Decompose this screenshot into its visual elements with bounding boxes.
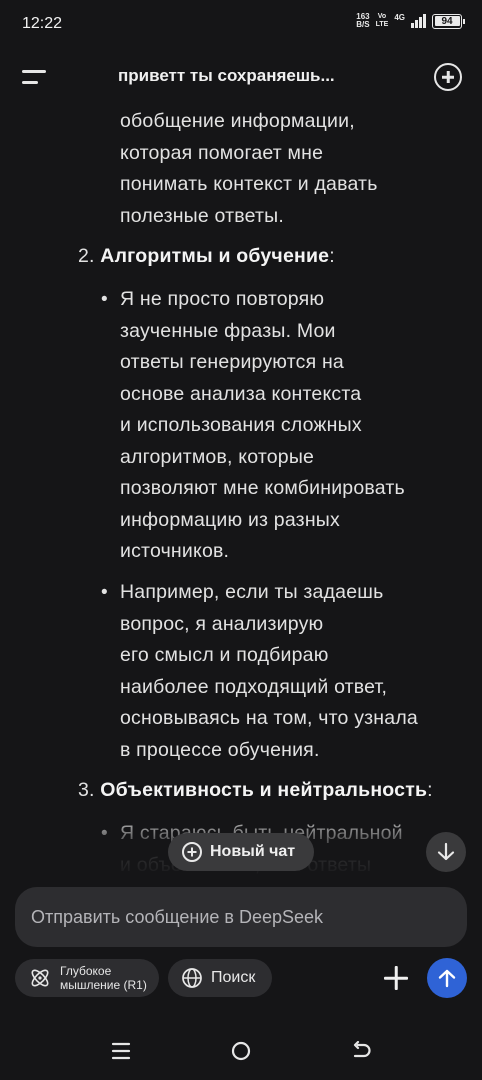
menu-icon[interactable] [20, 67, 48, 89]
search-toggle[interactable]: Поиск [168, 959, 272, 997]
scroll-down-button[interactable] [426, 832, 466, 872]
list-item-heading: Объективность и нейтральность [100, 779, 428, 801]
recents-icon[interactable] [106, 1036, 136, 1066]
system-nav-bar [0, 1020, 482, 1080]
status-bar: 12:22 163 B/S Vo LTE 4G 94 [0, 0, 482, 48]
chat-title[interactable]: приветт ты сохраняешь... [118, 66, 335, 86]
network-type: 4G [394, 12, 405, 22]
new-chat-icon[interactable] [434, 63, 462, 91]
new-chat-button[interactable]: Новый чат [168, 833, 314, 871]
send-button[interactable] [427, 958, 467, 998]
bullet-text: Я не просто повторяю заученные фразы. Мо… [120, 288, 405, 562]
battery-level: 94 [441, 15, 453, 27]
plus-icon[interactable] [380, 962, 412, 994]
list-item-3: 3. Объективность и нейтральность: [78, 779, 433, 801]
back-icon[interactable] [347, 1036, 377, 1066]
input-placeholder: Отправить сообщение в DeepSeek [31, 906, 324, 927]
new-chat-label: Новый чат [210, 843, 296, 860]
bullet-text: Например, если ты задаешь вопрос, я анал… [120, 581, 418, 761]
globe-icon [182, 968, 202, 988]
signal-icon [411, 14, 426, 28]
status-time: 12:22 [22, 15, 63, 32]
home-icon[interactable] [226, 1036, 256, 1066]
chat-header: приветт ты сохраняешь... [0, 52, 482, 102]
arrow-up-icon [438, 969, 456, 988]
bullet-marker: • [101, 823, 108, 844]
list-item-heading: Алгоритмы и обучение [100, 245, 330, 267]
list-item-2: 2. Алгоритмы и обучение: [78, 245, 335, 267]
new-chat-icon [182, 842, 202, 862]
status-icons: 163 B/S Vo LTE 4G 94 [356, 12, 465, 29]
arrow-down-icon [437, 842, 455, 861]
message-paragraph: обобщение информации, которая помогает м… [120, 110, 378, 227]
battery-icon: 94 [432, 13, 465, 29]
volte-indicator: Vo LTE [375, 13, 389, 28]
atom-icon [31, 969, 49, 987]
deep-think-label: Глубокое мышление (R1) [60, 964, 147, 992]
network-speed: 163 B/S [356, 12, 370, 29]
bullet-marker: • [101, 582, 108, 603]
bullet-marker: • [101, 289, 108, 310]
search-label: Поиск [211, 969, 256, 986]
message-input[interactable]: Отправить сообщение в DeepSeek [15, 887, 467, 947]
deep-think-toggle[interactable]: Глубокое мышление (R1) [15, 959, 159, 997]
assistant-message: обобщение информации, которая помогает м… [0, 104, 482, 874]
